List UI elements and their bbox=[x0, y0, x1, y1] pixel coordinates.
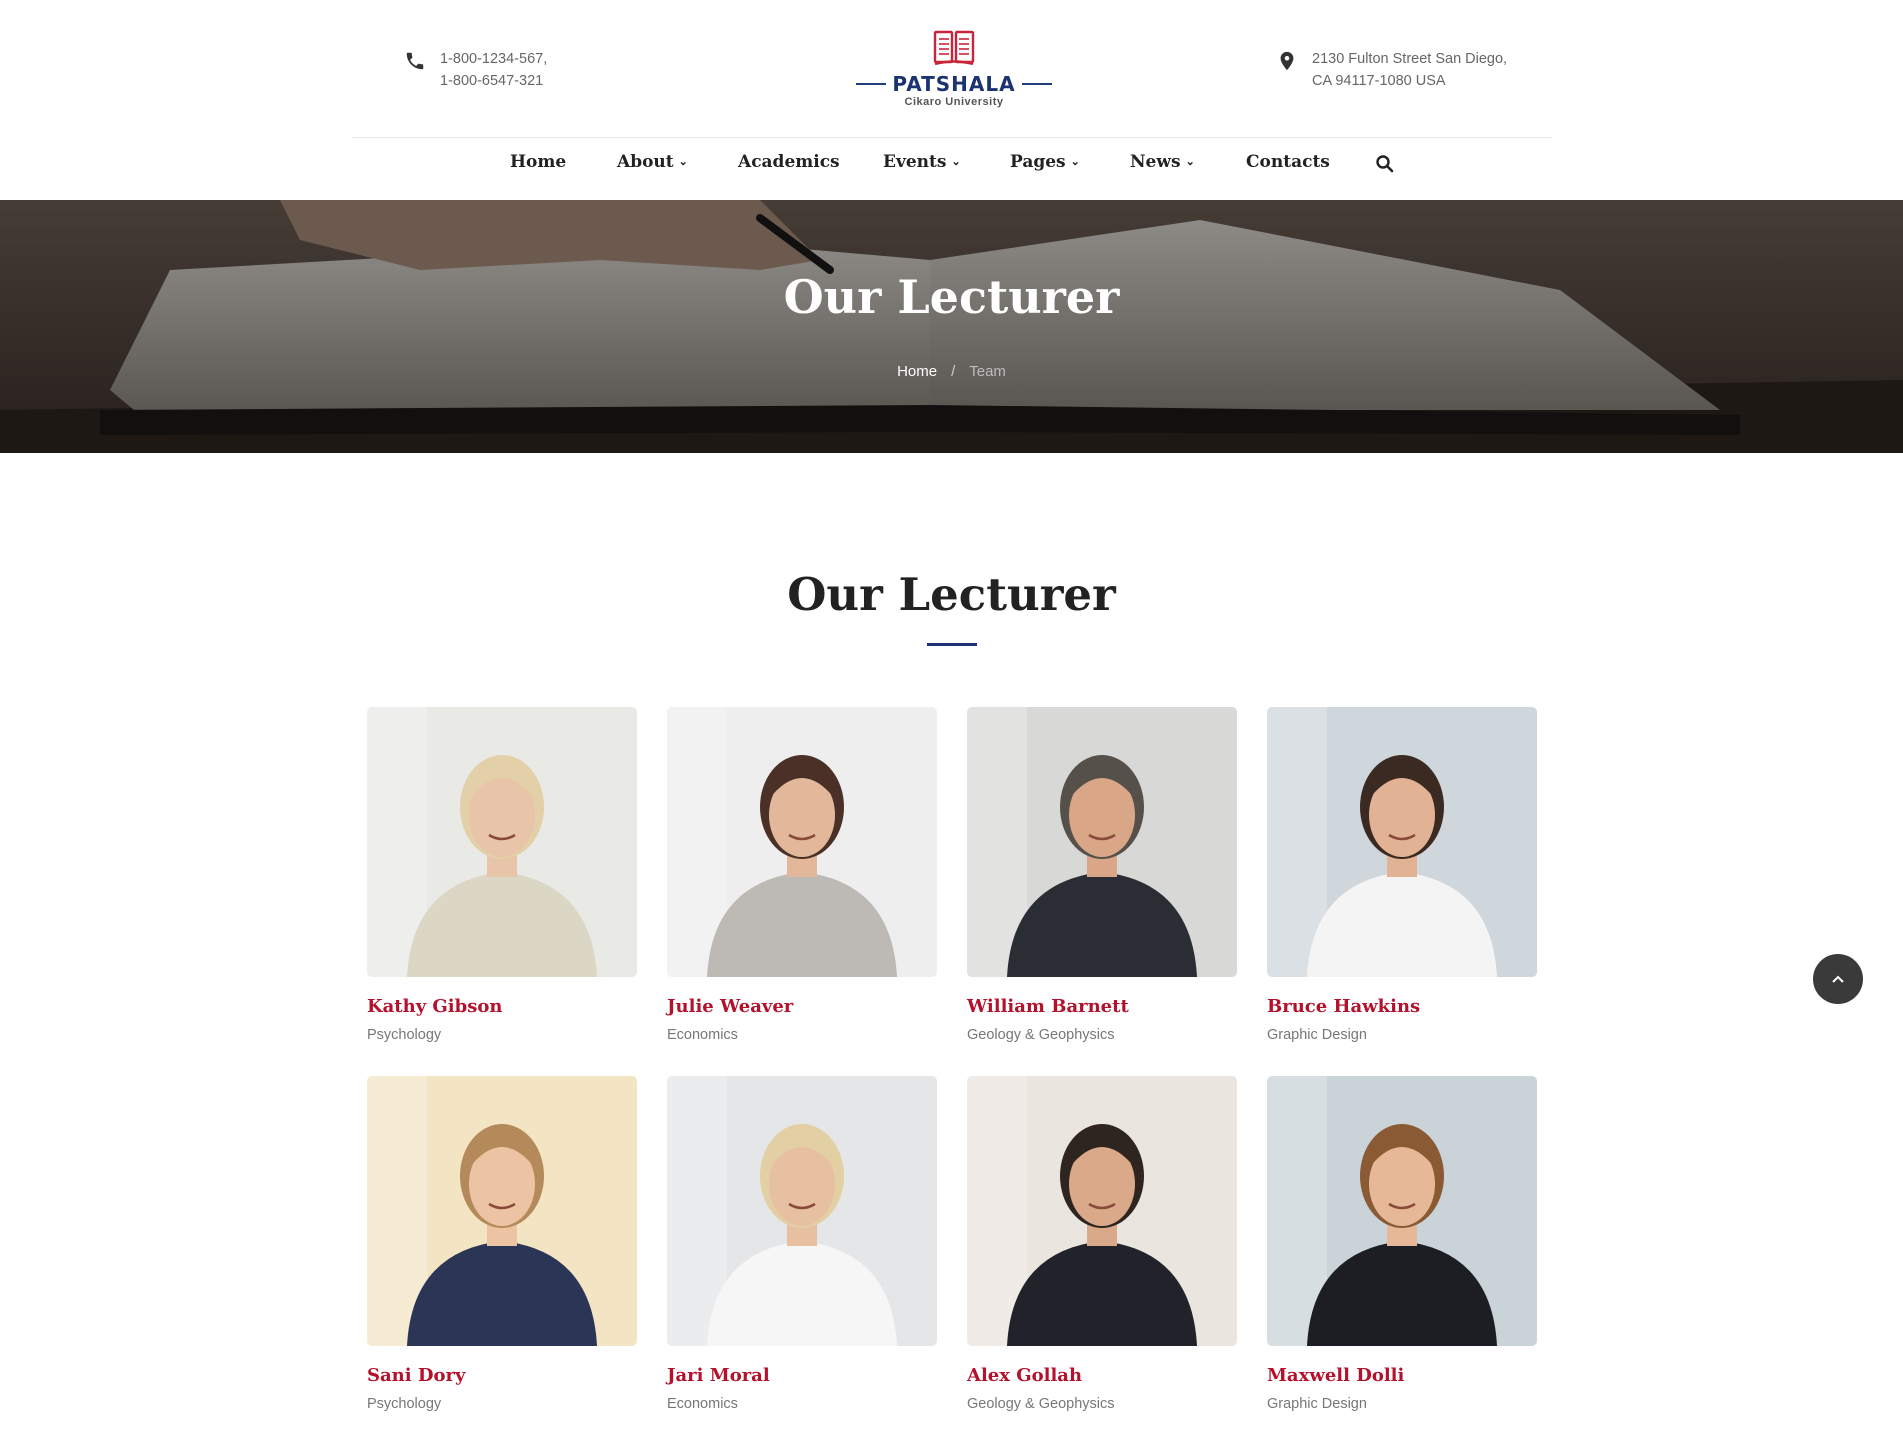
lecturer-name[interactable]: Julie Weaver bbox=[667, 996, 937, 1017]
book-logo-icon bbox=[933, 30, 975, 66]
phone-contact: 1-800-1234-567, 1-800-6547-321 bbox=[404, 48, 547, 92]
lecturer-name[interactable]: Kathy Gibson bbox=[367, 996, 637, 1017]
phone-icon bbox=[406, 52, 424, 70]
chevron-down-icon: ⌄ bbox=[1185, 155, 1195, 168]
chevron-down-icon: ⌄ bbox=[1070, 155, 1080, 168]
hero-title: Our Lecturer bbox=[783, 270, 1120, 324]
nav-item-pages[interactable]: Pages ⌄ bbox=[1010, 152, 1080, 172]
lecturer-name[interactable]: Maxwell Dolli bbox=[1267, 1365, 1537, 1386]
lecturer-name[interactable]: William Barnett bbox=[967, 996, 1237, 1017]
lecturer-photo[interactable] bbox=[967, 707, 1237, 977]
nav-item-events[interactable]: Events ⌄ bbox=[883, 152, 961, 172]
nav-item-about[interactable]: About ⌄ bbox=[617, 152, 688, 172]
lecturer-card[interactable]: Kathy Gibson Psychology bbox=[367, 707, 637, 1043]
nav-label: Pages bbox=[1010, 152, 1066, 172]
nav-label: Events bbox=[883, 152, 947, 172]
lecturer-card[interactable]: Maxwell Dolli Graphic Design bbox=[1267, 1076, 1537, 1412]
chevron-down-icon: ⌄ bbox=[678, 155, 688, 168]
lecturer-department: Psychology bbox=[367, 1396, 442, 1412]
logo-rule-left bbox=[856, 83, 887, 85]
lecturer-card[interactable]: Julie Weaver Economics bbox=[667, 707, 937, 1043]
page-hero: Our Lecturer Home / Team bbox=[0, 200, 1903, 453]
lecturer-name[interactable]: Sani Dory bbox=[367, 1365, 637, 1386]
nav-label: News bbox=[1130, 152, 1181, 172]
lecturer-card[interactable]: William Barnett Geology & Geophysics bbox=[967, 707, 1237, 1043]
lecturer-department: Economics bbox=[667, 1027, 738, 1043]
breadcrumb-home[interactable]: Home bbox=[897, 363, 937, 380]
nav-label: About bbox=[617, 152, 674, 172]
portrait-image bbox=[367, 1076, 637, 1346]
nav-item-contacts[interactable]: Contacts bbox=[1246, 152, 1330, 172]
nav-item-academics[interactable]: Academics bbox=[738, 152, 840, 172]
lecturer-name[interactable]: Alex Gollah bbox=[967, 1365, 1237, 1386]
logo-brand: PATSHALA bbox=[892, 72, 1016, 96]
top-header: 1-800-1234-567, 1-800-6547-321 PATSHALA … bbox=[352, 0, 1552, 138]
site-logo[interactable]: PATSHALA Cikaro University bbox=[856, 28, 1052, 108]
nav-label: Academics bbox=[738, 152, 840, 172]
lecturer-name[interactable]: Jari Moral bbox=[667, 1365, 937, 1386]
lecturer-department: Psychology bbox=[367, 1027, 442, 1043]
address-line-1: 2130 Fulton Street San Diego, bbox=[1312, 51, 1508, 67]
address-contact: 2130 Fulton Street San Diego, CA 94117-1… bbox=[1276, 48, 1507, 92]
nav-label: Home bbox=[510, 152, 567, 172]
lecturer-department: Graphic Design bbox=[1267, 1027, 1367, 1043]
lecturer-photo[interactable] bbox=[967, 1076, 1237, 1346]
hero-overlay bbox=[0, 200, 1903, 453]
search-icon[interactable] bbox=[1375, 154, 1395, 174]
lecturer-photo[interactable] bbox=[667, 1076, 937, 1346]
lecturer-department: Geology & Geophysics bbox=[967, 1396, 1115, 1412]
logo-subtitle: Cikaro University bbox=[904, 96, 1004, 108]
section-title: Our Lecturer bbox=[787, 568, 1116, 621]
portrait-image bbox=[667, 707, 937, 977]
lecturer-photo[interactable] bbox=[367, 707, 637, 977]
portrait-image bbox=[967, 707, 1237, 977]
nav-item-news[interactable]: News ⌄ bbox=[1130, 152, 1195, 172]
portrait-image bbox=[1267, 1076, 1537, 1346]
lecturer-card[interactable]: Jari Moral Economics bbox=[667, 1076, 937, 1412]
chevron-up-icon bbox=[1832, 975, 1844, 983]
breadcrumb-separator: / bbox=[951, 363, 956, 380]
nav-label: Contacts bbox=[1246, 152, 1330, 172]
lecturer-department: Economics bbox=[667, 1396, 738, 1412]
portrait-image bbox=[367, 707, 637, 977]
lecturer-photo[interactable] bbox=[667, 707, 937, 977]
nav-item-home[interactable]: Home bbox=[510, 152, 566, 172]
address-line-2: CA 94117-1080 USA bbox=[1312, 73, 1446, 89]
lecturer-department: Graphic Design bbox=[1267, 1396, 1367, 1412]
lecturer-photo[interactable] bbox=[367, 1076, 637, 1346]
chevron-down-icon: ⌄ bbox=[951, 155, 961, 168]
breadcrumb-current: Team bbox=[969, 363, 1006, 380]
lecturer-photo[interactable] bbox=[1267, 1076, 1537, 1346]
lecturer-photo[interactable] bbox=[1267, 707, 1537, 977]
back-to-top-button[interactable] bbox=[1813, 954, 1863, 1004]
logo-rule-right bbox=[1021, 83, 1052, 85]
portrait-image bbox=[967, 1076, 1237, 1346]
phone-line-1: 1-800-1234-567, bbox=[440, 51, 548, 67]
portrait-image bbox=[667, 1076, 937, 1346]
title-underline bbox=[927, 643, 977, 646]
lecturer-department: Geology & Geophysics bbox=[967, 1027, 1115, 1043]
portrait-image bbox=[1267, 707, 1537, 977]
lecturer-card[interactable]: Sani Dory Psychology bbox=[367, 1076, 637, 1412]
lecturer-card[interactable]: Alex Gollah Geology & Geophysics bbox=[967, 1076, 1237, 1412]
main-nav: Home About ⌄ Academics Events ⌄ Pages ⌄ New… bbox=[0, 152, 1903, 186]
lecturer-card[interactable]: Bruce Hawkins Graphic Design bbox=[1267, 707, 1537, 1043]
lecturer-name[interactable]: Bruce Hawkins bbox=[1267, 996, 1537, 1017]
phone-line-2: 1-800-6547-321 bbox=[440, 73, 544, 89]
map-pin-icon bbox=[1280, 51, 1294, 71]
breadcrumb: Home / Team bbox=[0, 363, 1903, 380]
